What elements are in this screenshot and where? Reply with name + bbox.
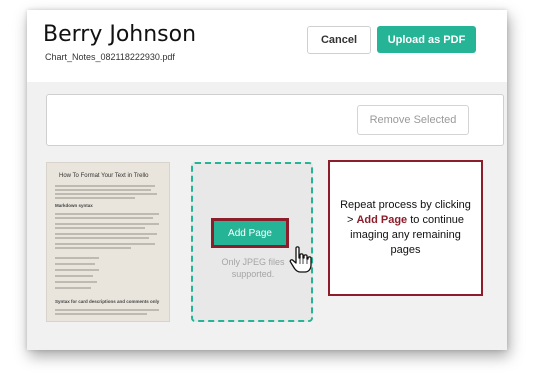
hand-cursor-icon bbox=[289, 246, 312, 273]
cancel-button[interactable]: Cancel bbox=[307, 26, 371, 54]
page-thumbnail[interactable]: How To Format Your Text in Trello Markdo… bbox=[46, 162, 170, 322]
patient-name: Berry Johnson bbox=[43, 22, 197, 47]
text-line bbox=[55, 189, 151, 191]
text-line bbox=[55, 313, 147, 315]
text-line bbox=[55, 223, 159, 225]
text-line bbox=[55, 197, 135, 199]
text-line bbox=[55, 217, 153, 219]
thumbnail-heading: Markdown syntax bbox=[55, 203, 93, 208]
file-name: Chart_Notes_082118222930.pdf bbox=[45, 52, 175, 62]
text-line bbox=[55, 237, 149, 239]
text-line bbox=[55, 233, 157, 235]
selection-toolbar: Remove Selected bbox=[46, 94, 504, 146]
thumbnail-doc-title: How To Format Your Text in Trello bbox=[59, 173, 149, 179]
callout-highlight: Add Page bbox=[356, 214, 408, 226]
text-line bbox=[55, 275, 93, 277]
text-line bbox=[55, 269, 99, 271]
text-line bbox=[55, 247, 131, 249]
upload-dialog: Berry Johnson Chart_Notes_082118222930.p… bbox=[27, 10, 507, 350]
add-page-dropzone[interactable]: Add Page Only JPEG files supported. bbox=[191, 162, 313, 322]
text-line bbox=[55, 213, 159, 215]
thumbnail-heading: Syntax for card descriptions and comment… bbox=[55, 299, 160, 304]
text-line bbox=[55, 309, 159, 311]
text-line bbox=[55, 227, 145, 229]
text-line bbox=[55, 257, 99, 259]
add-page-button[interactable]: Add Page bbox=[211, 218, 289, 248]
text-line bbox=[55, 185, 155, 187]
upload-as-pdf-button[interactable]: Upload as PDF bbox=[377, 26, 476, 53]
text-line bbox=[55, 263, 95, 265]
remove-selected-button[interactable]: Remove Selected bbox=[357, 105, 469, 135]
dialog-header: Berry Johnson Chart_Notes_082118222930.p… bbox=[27, 10, 507, 82]
text-line bbox=[55, 243, 155, 245]
text-line bbox=[55, 193, 157, 195]
text-line bbox=[55, 281, 97, 283]
page-area: Remove Selected How To Format Your Text … bbox=[27, 82, 507, 350]
file-type-note: Only JPEG files supported. bbox=[221, 257, 285, 279]
text-line bbox=[55, 287, 91, 289]
instruction-callout: Repeat process by clicking > Add Page to… bbox=[328, 160, 483, 296]
